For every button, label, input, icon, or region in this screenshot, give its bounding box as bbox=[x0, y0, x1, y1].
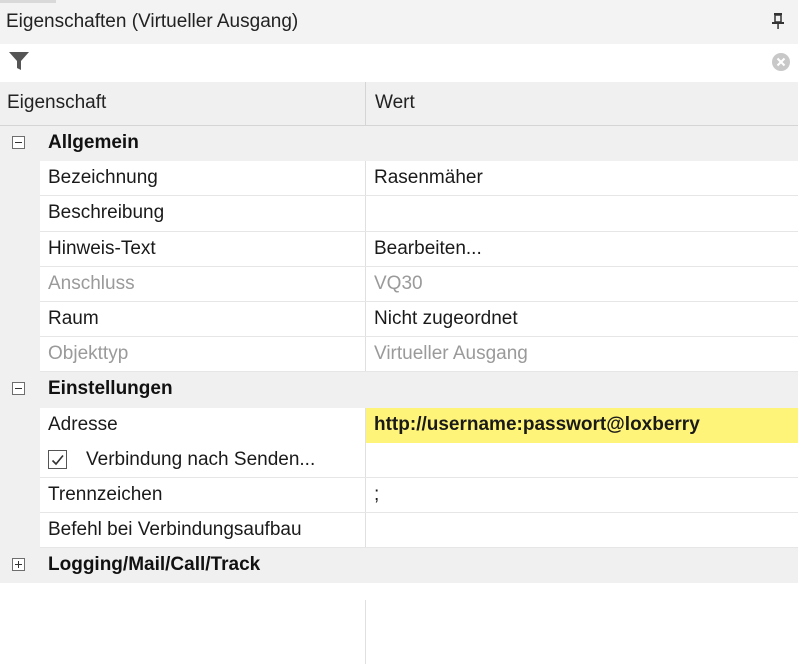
property-row-beschreibung[interactable]: Beschreibung bbox=[0, 196, 798, 232]
property-value: VQ30 bbox=[374, 272, 423, 294]
property-value[interactable]: ; bbox=[374, 484, 379, 506]
expand-icon[interactable] bbox=[12, 558, 25, 572]
category-label: Einstellungen bbox=[48, 378, 173, 400]
property-row-hinweis-text[interactable]: Hinweis-Text Bearbeiten... bbox=[0, 231, 798, 267]
property-name: Verbindung nach Senden... bbox=[86, 448, 316, 470]
column-header-property[interactable]: Eigenschaft bbox=[7, 92, 106, 114]
pin-icon[interactable] bbox=[771, 12, 785, 30]
collapse-icon[interactable] bbox=[12, 136, 25, 149]
properties-panel: Eigenschaften (Virtueller Ausgang) Eigen… bbox=[0, 0, 798, 664]
column-divider[interactable] bbox=[365, 82, 366, 125]
property-row-objekttyp: Objekttyp Virtueller Ausgang bbox=[0, 337, 798, 373]
property-row-anschluss: Anschluss VQ30 bbox=[0, 266, 798, 302]
panel-title: Eigenschaften (Virtueller Ausgang) bbox=[6, 11, 299, 32]
property-name: Bezeichnung bbox=[48, 167, 158, 189]
property-row-raum[interactable]: Raum Nicht zugeordnet bbox=[0, 301, 798, 338]
filter-icon[interactable] bbox=[8, 50, 30, 72]
column-divider-bottom bbox=[365, 600, 366, 664]
category-allgemein[interactable]: Allgemein bbox=[0, 126, 798, 162]
property-value[interactable]: Nicht zugeordnet bbox=[374, 308, 518, 330]
filter-bar[interactable] bbox=[0, 44, 798, 78]
edit-hint-link[interactable]: Bearbeiten... bbox=[374, 238, 482, 260]
property-name: Objekttyp bbox=[48, 343, 129, 365]
category-einstellungen[interactable]: Einstellungen bbox=[0, 372, 798, 408]
property-name: Beschreibung bbox=[48, 202, 165, 224]
property-row-bezeichnung[interactable]: Bezeichnung Rasenmäher bbox=[0, 161, 798, 197]
property-name: Befehl bei Verbindungsaufbau bbox=[48, 519, 302, 541]
property-name: Adresse bbox=[48, 413, 118, 435]
connection-checkbox[interactable] bbox=[48, 449, 67, 469]
grid-header: Eigenschaft Wert bbox=[0, 82, 798, 126]
tab-indicator bbox=[0, 0, 56, 3]
category-label: Logging/Mail/Call/Track bbox=[48, 554, 261, 576]
property-name: Trennzeichen bbox=[48, 483, 163, 505]
property-name: Anschluss bbox=[48, 272, 135, 294]
property-row-adresse[interactable]: Adresse http://username:passwort@loxberr… bbox=[0, 407, 798, 443]
category-label: Allgemein bbox=[48, 132, 139, 153]
collapse-icon[interactable] bbox=[12, 382, 25, 396]
category-logging[interactable]: Logging/Mail/Call/Track bbox=[0, 548, 798, 584]
property-row-befehl[interactable]: Befehl bei Verbindungsaufbau bbox=[0, 513, 798, 549]
property-grid: Eigenschaft Wert Allgemein Bezeichnung R… bbox=[0, 82, 798, 584]
property-name: Raum bbox=[48, 307, 99, 329]
clear-search-icon[interactable] bbox=[771, 52, 791, 72]
check-icon bbox=[51, 454, 64, 465]
property-row-trennzeichen[interactable]: Trennzeichen ; bbox=[0, 477, 798, 514]
property-value: Virtueller Ausgang bbox=[374, 343, 528, 365]
panel-titlebar: Eigenschaften (Virtueller Ausgang) bbox=[0, 0, 798, 44]
address-value[interactable]: http://username:passwort@loxberry bbox=[374, 414, 700, 436]
column-header-value[interactable]: Wert bbox=[375, 92, 415, 114]
property-row-verbindung[interactable]: Verbindung nach Senden... bbox=[0, 442, 798, 478]
property-value[interactable]: Rasenmäher bbox=[374, 167, 483, 189]
property-name: Hinweis-Text bbox=[48, 237, 156, 259]
